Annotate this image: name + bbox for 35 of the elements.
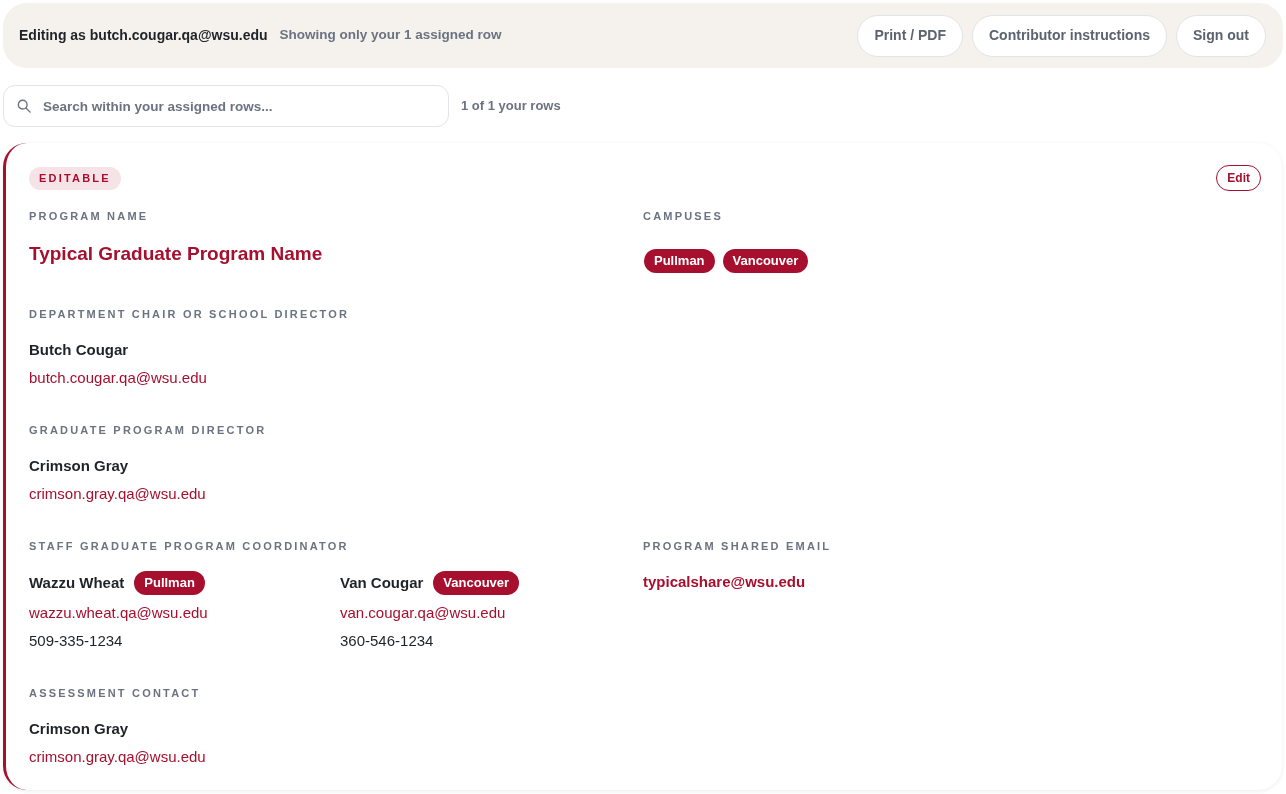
header-button[interactable]: Contributor instructions [972, 14, 1167, 57]
search-field[interactable]: Search within your assigned rows... [3, 85, 449, 127]
field-label: PROGRAM SHARED EMAIL [643, 539, 832, 554]
email-link[interactable]: crimson.gray.qa@wsu.edu [29, 483, 206, 505]
search-icon [17, 99, 31, 113]
campus-tag: Pullman [644, 249, 715, 273]
person-name: Butch Cougar [29, 340, 129, 360]
person-name: Van Cougar [340, 573, 424, 593]
header-button[interactable]: Print / PDF [857, 14, 963, 57]
campus-tag: Vancouver [722, 249, 809, 273]
email-link[interactable]: wazzu.wheat.qa@wsu.edu [29, 602, 208, 624]
field-label: STAFF GRADUATE PROGRAM COORDINATOR [29, 539, 349, 554]
field-label: PROGRAM NAME [29, 209, 149, 224]
person-name: Crimson Gray [29, 719, 129, 739]
person-name: Wazzu Wheat [29, 573, 125, 593]
campus-tag: Pullman [134, 571, 205, 595]
header-button[interactable]: Sign out [1176, 14, 1266, 57]
field-label: GRADUATE PROGRAM DIRECTOR [29, 423, 267, 438]
edit-button[interactable]: Edit [1216, 165, 1261, 191]
shared-email-link[interactable]: typicalshare@wsu.edu [643, 571, 806, 593]
program-name: Typical Graduate Program Name [29, 242, 323, 266]
result-count: 1 of 1 your rows [461, 97, 561, 116]
campus-tag: Vancouver [433, 571, 520, 595]
field-label: ASSESSMENT CONTACT [29, 686, 201, 701]
phone-number: 509-335-1234 [29, 631, 123, 651]
scope-label: Showing only your 1 assigned row [279, 26, 502, 45]
person-name: Crimson Gray [29, 456, 129, 476]
status-badge: EDITABLE [29, 166, 121, 190]
user-label: Editing as butch.cougar.qa@wsu.edu [19, 26, 268, 45]
email-link[interactable]: crimson.gray.qa@wsu.edu [29, 746, 206, 768]
field-label: DEPARTMENT CHAIR OR SCHOOL DIRECTOR [29, 307, 350, 322]
phone-number: 360-546-1234 [340, 631, 434, 651]
field-label: CAMPUSES [643, 209, 723, 224]
email-link[interactable]: van.cougar.qa@wsu.edu [340, 602, 506, 624]
email-link[interactable]: butch.cougar.qa@wsu.edu [29, 367, 207, 389]
